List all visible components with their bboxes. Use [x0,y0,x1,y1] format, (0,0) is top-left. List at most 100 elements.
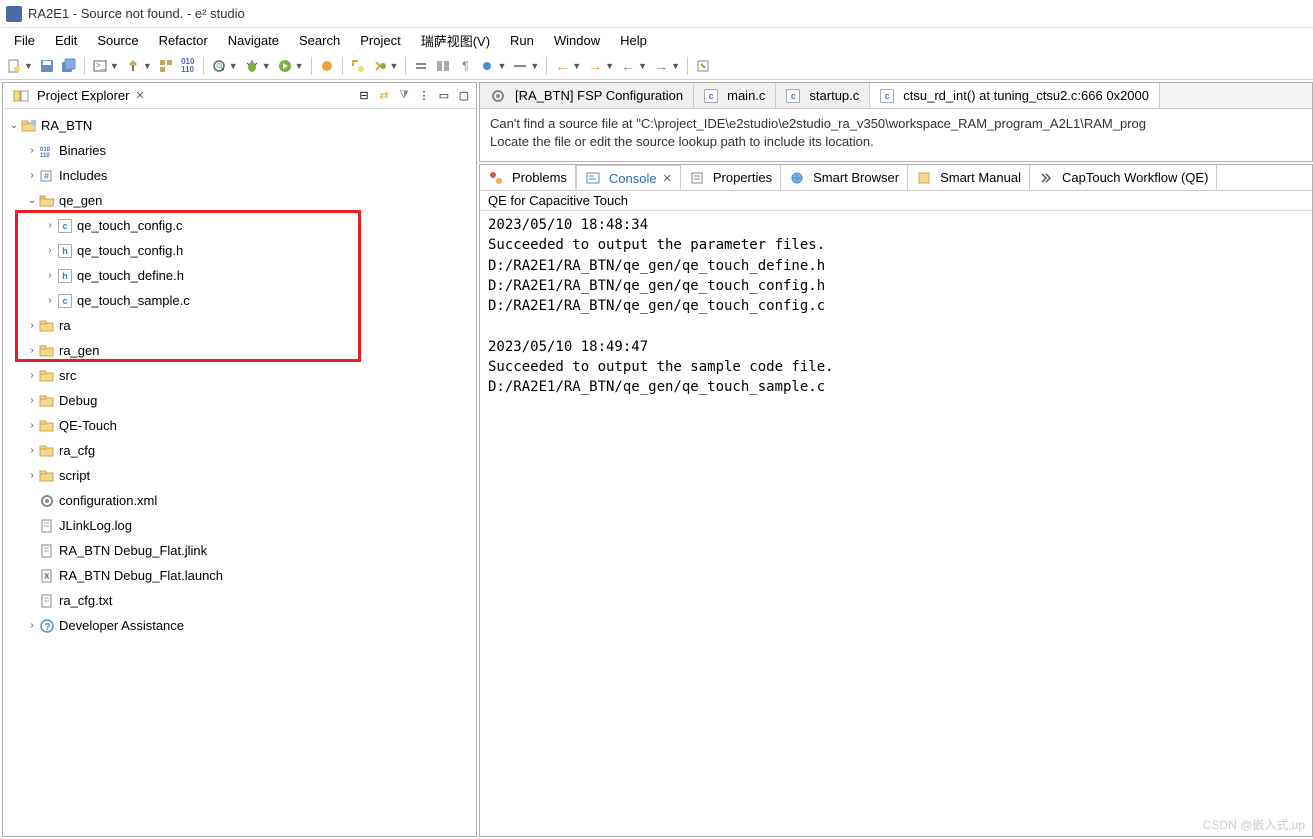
project-tree[interactable]: ⌄RA_BTN›010110Binaries›#Includes⌄qe_gen›… [3,109,476,836]
toggle-block-button[interactable] [433,56,453,76]
terminal-button[interactable]: >_ [90,56,110,76]
twisty-icon[interactable]: › [43,270,57,281]
tree-item-ra-cfg[interactable]: ›ra_cfg [3,438,476,463]
menu-navigate[interactable]: Navigate [218,29,289,52]
twisty-icon[interactable]: › [25,470,39,481]
menu-file[interactable]: File [4,29,45,52]
menu-help[interactable]: Help [610,29,657,52]
run-button[interactable] [275,56,295,76]
folder-icon [39,343,55,359]
twisty-icon[interactable]: › [25,145,39,156]
build-config-button[interactable] [156,56,176,76]
file-icon [39,518,55,534]
new-file-button[interactable] [348,56,368,76]
tab-properties[interactable]: Properties [681,165,781,190]
pilcrow-button[interactable]: ¶ [455,56,475,76]
tab-fsp-configuration[interactable]: [RA_BTN] FSP Configuration [480,83,694,108]
filter-icon[interactable]: ⧩ [396,88,412,104]
twisty-icon[interactable]: › [25,370,39,381]
project-explorer-tab[interactable]: Project Explorer ✕ [7,85,151,107]
terminal-dropdown[interactable]: ▼ [110,61,119,71]
tree-item-qe-touch-sample-c[interactable]: ›cqe_touch_sample.c [3,288,476,313]
close-icon[interactable]: ✕ [135,89,144,102]
twisty-icon[interactable]: › [25,345,39,356]
pin-button[interactable] [693,56,713,76]
svg-text:🔍: 🔍 [216,62,225,71]
menu-refactor[interactable]: Refactor [149,29,218,52]
collapse-all-icon[interactable]: ⊟ [356,88,372,104]
menu-run[interactable]: Run [500,29,544,52]
tree-item-debug[interactable]: ›Debug [3,388,476,413]
tree-item-qe-touch-define-h[interactable]: ›hqe_touch_define.h [3,263,476,288]
twisty-icon[interactable]: ⌄ [25,195,39,206]
tree-item-ra[interactable]: › ra [3,313,476,338]
tree-item-developer-assistance[interactable]: ›?Developer Assistance [3,613,476,638]
tab-main-c[interactable]: c main.c [694,83,776,108]
build-button[interactable] [123,56,143,76]
view-menu-icon[interactable]: ⋮ [416,88,432,104]
maximize-icon[interactable]: ▢ [456,88,472,104]
back-button[interactable]: ← [552,56,572,76]
toggle-mark-button[interactable] [411,56,431,76]
skip-button[interactable] [510,56,530,76]
forward-button[interactable]: → [585,56,605,76]
debug-button[interactable] [242,56,262,76]
tab-smart-browser[interactable]: Smart Browser [781,165,908,190]
menu-project[interactable]: Project [350,29,410,52]
tab-ctsu-rd-int[interactable]: c ctsu_rd_int() at tuning_ctsu2.c:666 0x… [870,83,1160,108]
tree-item-qe-touch-config-c[interactable]: ›cqe_touch_config.c [3,213,476,238]
prev-button[interactable]: ← [618,56,638,76]
menu-search[interactable]: Search [289,29,350,52]
tab-console[interactable]: Console ✕ [576,165,681,191]
navigator-icon [13,88,29,104]
tab-captouch-workflow[interactable]: CapTouch Workflow (QE) [1030,165,1217,190]
tree-item-src[interactable]: ›src [3,363,476,388]
twisty-icon[interactable]: › [25,395,39,406]
twisty-icon[interactable]: › [25,445,39,456]
save-all-button[interactable] [59,56,79,76]
tree-item-binaries[interactable]: ›010110Binaries [3,138,476,163]
tree-item-configuration-xml[interactable]: configuration.xml [3,488,476,513]
tree-item-qe-touch[interactable]: ›QE-Touch [3,413,476,438]
tree-item-label: ra [59,318,71,333]
menu-renesas-view[interactable]: 瑞萨视图(V) [411,27,500,54]
new-button[interactable] [4,56,24,76]
close-icon[interactable]: ✕ [663,172,672,185]
twisty-icon[interactable]: › [25,620,39,631]
tab-problems[interactable]: Problems [480,165,576,190]
tab-startup-c[interactable]: c startup.c [776,83,870,108]
link-editor-icon[interactable]: ⇄ [376,88,392,104]
tree-item-script[interactable]: ›script [3,463,476,488]
save-button[interactable] [37,56,57,76]
binary-button[interactable]: 010110 [178,56,198,76]
build-dropdown[interactable]: ▼ [143,61,152,71]
twisty-icon[interactable]: › [43,220,57,231]
twisty-icon[interactable]: › [25,320,39,331]
file-icon [39,593,55,609]
menu-window[interactable]: Window [544,29,610,52]
tree-item-ra-btn-debug-flat-launch[interactable]: XRA_BTN Debug_Flat.launch [3,563,476,588]
tree-item-qe-touch-config-h[interactable]: ›hqe_touch_config.h [3,238,476,263]
tree-item-includes[interactable]: ›#Includes [3,163,476,188]
tree-item-ra-gen[interactable]: ›ra_gen [3,338,476,363]
tree-item-ra-cfg-txt[interactable]: ra_cfg.txt [3,588,476,613]
tab-smart-manual[interactable]: Smart Manual [908,165,1030,190]
menu-source[interactable]: Source [87,29,148,52]
minimize-icon[interactable]: ▭ [436,88,452,104]
twisty-icon[interactable]: › [25,420,39,431]
next-button[interactable]: → [651,56,671,76]
ai-button[interactable]: 🔍 [209,56,229,76]
twisty-icon[interactable]: ⌄ [7,120,21,131]
new-dropdown[interactable]: ▼ [24,61,33,71]
launch-button[interactable] [317,56,337,76]
open-task-button[interactable] [370,56,390,76]
tree-item-jlinklog-log[interactable]: JLinkLog.log [3,513,476,538]
twisty-icon[interactable]: › [43,245,57,256]
twisty-icon[interactable]: › [43,295,57,306]
breakpoint-button[interactable] [477,56,497,76]
twisty-icon[interactable]: › [25,170,39,181]
tree-item-qe-gen[interactable]: ⌄qe_gen [3,188,476,213]
menu-edit[interactable]: Edit [45,29,87,52]
tree-item-ra-btn-debug-flat-jlink[interactable]: RA_BTN Debug_Flat.jlink [3,538,476,563]
tree-item-ra-btn[interactable]: ⌄RA_BTN [3,113,476,138]
